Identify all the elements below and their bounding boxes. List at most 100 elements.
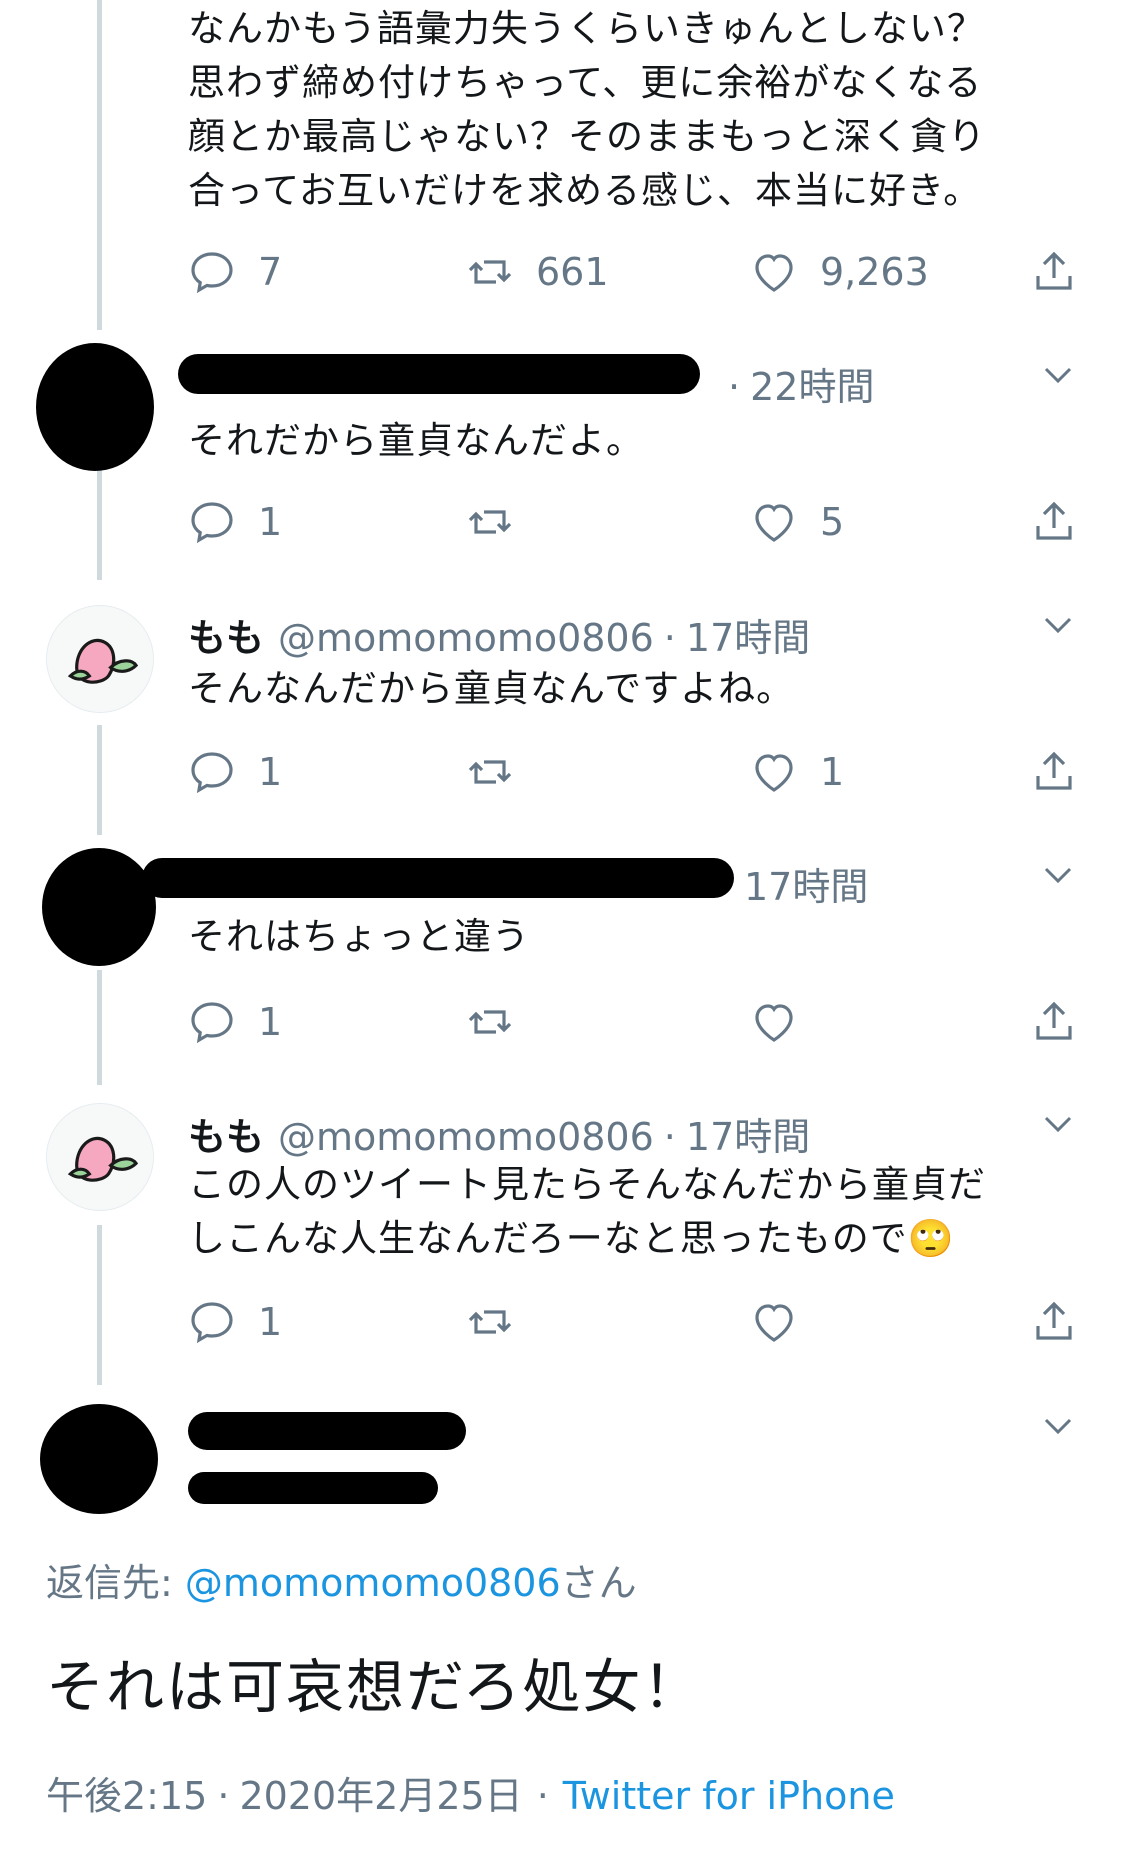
reply-count: 1 — [258, 750, 283, 794]
retweet-button[interactable] — [466, 1298, 514, 1346]
share-icon — [1036, 251, 1072, 290]
replying-to-suffix: さん — [560, 1561, 637, 1605]
like-count: 1 — [820, 750, 845, 794]
reply-icon — [191, 502, 233, 544]
tweet-text: それだから童貞なんだよ。 — [188, 419, 644, 462]
tweet-text-line: 合ってお互いだけを求める感じ、本当に好き。 — [188, 169, 982, 212]
like-count: 5 — [820, 500, 845, 544]
like-button[interactable] — [750, 998, 798, 1046]
tweet-meta: 午後2:15 · 2020年2月25日 · Twitter for iPhone — [46, 1774, 895, 1818]
avatar[interactable] — [46, 605, 154, 713]
avatar[interactable] — [36, 343, 154, 471]
like-button[interactable]: 9,263 — [750, 248, 929, 296]
tweet-time: 22時間 — [750, 365, 875, 409]
tweet-text: それはちょっと違う — [188, 915, 530, 958]
reply-button[interactable]: 1 — [188, 498, 282, 546]
user-handle[interactable]: @momomomo0806 — [278, 1115, 654, 1159]
tweet-header: もも @momomomo0806 · 17時間 — [188, 1115, 811, 1159]
tweet-date: 2020年2月25日 — [239, 1774, 523, 1818]
like-button[interactable] — [750, 1298, 798, 1346]
retweet-icon — [468, 1010, 512, 1034]
tweet-client-link[interactable]: Twitter for iPhone — [563, 1774, 895, 1818]
tweet-text-line: 顔とか最高じゃない？そのままもっと深く貪り — [188, 115, 986, 158]
thread-line — [97, 725, 102, 835]
reply-count: 1 — [258, 1300, 283, 1344]
reply-button[interactable]: 7 — [188, 248, 282, 296]
reply-button[interactable]: 1 — [188, 1298, 282, 1346]
share-button[interactable] — [1030, 998, 1078, 1046]
retweet-icon — [468, 760, 512, 784]
reply-count: 1 — [258, 1000, 283, 1044]
replying-to-label: 返信先: — [46, 1561, 185, 1605]
tweet-text-line: しこんな人生なんだろーなと思ったもので🙄 — [188, 1217, 955, 1260]
retweet-icon — [468, 260, 512, 284]
avatar[interactable] — [46, 1103, 154, 1211]
chevron-down-icon[interactable] — [1040, 357, 1076, 393]
thread-line — [97, 970, 102, 1085]
redacted-name — [178, 354, 700, 394]
share-icon — [1036, 1301, 1072, 1340]
avatar[interactable] — [42, 848, 156, 966]
focused-tweet-text: それは可哀想だろ処女！ — [46, 1653, 703, 1721]
share-icon — [1036, 501, 1072, 540]
tweet-text: そんなんだから童貞なんですよね。 — [188, 667, 795, 710]
replying-to-handle[interactable]: @momomomo0806 — [185, 1561, 561, 1605]
heart-icon — [755, 1004, 793, 1042]
heart-icon — [755, 254, 793, 292]
thread-line — [97, 470, 102, 580]
tweet-time: 午後2:15 — [46, 1774, 208, 1818]
tweet-time: 17時間 — [685, 616, 811, 660]
reply-button[interactable]: 1 — [188, 998, 282, 1046]
retweet-button[interactable] — [466, 498, 514, 546]
reply-button[interactable]: 1 — [188, 748, 282, 796]
retweet-button[interactable] — [466, 748, 514, 796]
tweet-time: 17時間 — [685, 1115, 811, 1159]
heart-icon — [755, 1304, 793, 1342]
retweet-button[interactable] — [466, 998, 514, 1046]
retweet-icon — [468, 510, 512, 534]
avatar[interactable] — [40, 1404, 158, 1514]
reply-count: 7 — [258, 250, 283, 294]
reply-icon — [191, 1302, 233, 1344]
like-count: 9,263 — [820, 250, 929, 294]
tweet-text-line: 思わず締め付けちゃって、更に余裕がなくなる — [188, 61, 983, 104]
peach-icon — [67, 1136, 139, 1182]
tweet-text-line: なんかもう語彙力失うくらいきゅんとしない？ — [188, 7, 985, 50]
share-button[interactable] — [1030, 498, 1078, 546]
share-button[interactable] — [1030, 248, 1078, 296]
retweet-button[interactable]: 661 — [466, 248, 609, 296]
like-button[interactable]: 1 — [750, 748, 844, 796]
retweet-icon — [468, 1310, 512, 1334]
chevron-down-icon[interactable] — [1040, 857, 1076, 893]
share-button[interactable] — [1030, 748, 1078, 796]
redacted-handle — [188, 1472, 438, 1504]
tweet-time: 17時間 — [744, 865, 869, 909]
reply-icon — [191, 252, 233, 294]
reply-count: 1 — [258, 500, 283, 544]
thread-line — [97, 0, 102, 330]
tweet-header: 17時間 — [744, 856, 868, 911]
thread-line — [97, 1225, 102, 1385]
display-name[interactable]: もも — [188, 1115, 264, 1159]
tweet-header: · 22時間 — [728, 365, 875, 409]
share-icon — [1036, 751, 1072, 790]
chevron-down-icon[interactable] — [1040, 1106, 1076, 1142]
reply-icon — [191, 752, 233, 794]
redacted-name — [142, 858, 734, 898]
tweet-text-line: この人のツイート見たらそんなんだから童貞だ — [188, 1163, 986, 1206]
redacted-name — [188, 1412, 466, 1450]
chevron-down-icon[interactable] — [1040, 607, 1076, 643]
tweet-header: もも @momomomo0806 · 17時間 — [188, 616, 811, 660]
replying-to: 返信先: @momomomo0806さん — [46, 1552, 637, 1607]
chevron-down-icon[interactable] — [1040, 1408, 1076, 1444]
heart-icon — [755, 504, 793, 542]
retweet-count: 661 — [536, 250, 609, 294]
heart-icon — [755, 754, 793, 792]
peach-icon — [67, 638, 139, 684]
display-name[interactable]: もも — [188, 616, 264, 660]
share-icon — [1036, 1001, 1072, 1040]
share-button[interactable] — [1030, 1298, 1078, 1346]
user-handle[interactable]: @momomomo0806 — [278, 616, 654, 660]
like-button[interactable]: 5 — [750, 498, 844, 546]
reply-icon — [191, 1002, 233, 1044]
